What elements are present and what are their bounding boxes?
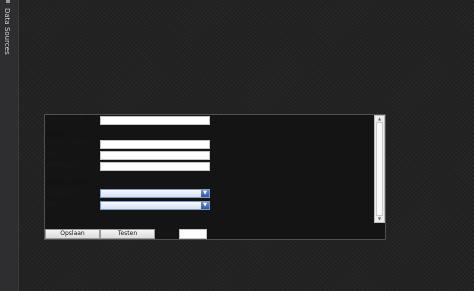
tag-dropdown[interactable]: ▼ [100,201,210,210]
links-section-header: Koppelingen [46,180,89,187]
regex-field-1-label: Naam / Omsch [46,140,91,147]
tag-label: Tag [46,201,57,208]
form-panel [44,114,386,240]
regex-field-2-input[interactable] [100,151,210,160]
regex-field-1-input[interactable] [100,140,210,149]
scrollbar-thumb[interactable] [376,122,383,216]
save-button[interactable]: Opslaan [45,229,100,239]
description-label: Omschrijving [46,116,86,123]
regex-field-2-label: Ekey [46,151,61,158]
regex-field-3-label: Afzendeing [46,162,80,169]
chevron-down-icon[interactable]: ▼ [201,202,209,209]
category-dropdown[interactable]: ▼ [100,189,210,198]
regex-field-3-input[interactable] [100,162,210,171]
scroll-up-icon[interactable]: ▲ [377,117,382,121]
vertical-scrollbar[interactable]: ▲ ▼ [374,115,385,223]
data-sources-tab[interactable]: Data Sources [3,8,11,55]
regex-section-header: Regex [46,131,67,138]
test-button[interactable]: Testen [100,229,155,239]
category-label: Categorie [46,189,76,196]
chevron-down-icon[interactable]: ▼ [201,190,209,197]
result-input[interactable] [179,229,207,239]
result-label: Result [157,230,176,237]
description-input[interactable] [100,116,210,125]
side-panel-strip: Data Sources [0,0,19,291]
scroll-down-icon[interactable]: ▼ [377,217,382,221]
side-panel-marker [6,0,10,3]
